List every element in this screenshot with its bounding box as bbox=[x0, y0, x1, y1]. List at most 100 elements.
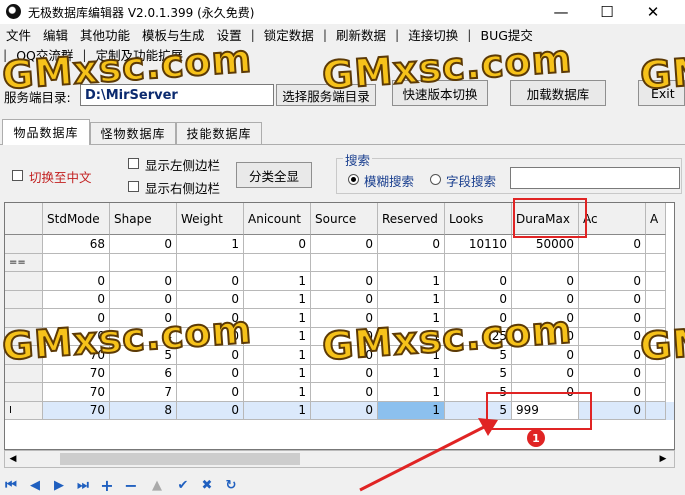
grid-cell[interactable]: 0 bbox=[579, 346, 646, 365]
last-record-icon[interactable]: ⏭ bbox=[76, 478, 90, 493]
grid-cell[interactable] bbox=[646, 235, 666, 254]
switch-chinese-checkbox[interactable] bbox=[12, 170, 23, 181]
grid-cell[interactable]: 50000 bbox=[512, 235, 579, 254]
grid-cell[interactable]: 0 bbox=[579, 327, 646, 346]
grid-cell[interactable]: 0 bbox=[445, 272, 512, 291]
column-header[interactable]: Reserved bbox=[378, 203, 445, 235]
field-search-radio[interactable] bbox=[430, 174, 441, 185]
grid-cell[interactable]: 1 bbox=[244, 290, 311, 309]
grid-corner-header[interactable] bbox=[5, 203, 43, 235]
grid-cell[interactable]: 70 bbox=[43, 383, 110, 402]
row-indicator[interactable]: == bbox=[5, 253, 43, 272]
row-indicator[interactable] bbox=[5, 383, 43, 402]
grid-cell[interactable]: 70 bbox=[43, 401, 110, 420]
grid-cell[interactable]: 0 bbox=[43, 272, 110, 291]
grid-cell[interactable]: 0 bbox=[110, 235, 177, 254]
load-database-button[interactable]: 加载数据库 bbox=[510, 80, 606, 106]
menu-edit[interactable]: 编辑 bbox=[37, 25, 74, 44]
grid-cell[interactable]: 5 bbox=[445, 346, 512, 365]
grid-cell[interactable]: 0 bbox=[110, 272, 177, 291]
horizontal-scrollbar[interactable]: ◀ ▶ bbox=[4, 450, 675, 468]
grid-cell[interactable]: 0 bbox=[378, 235, 445, 254]
menu-file[interactable]: 文件 bbox=[0, 25, 37, 44]
row-indicator[interactable] bbox=[5, 364, 43, 383]
grid-cell[interactable] bbox=[646, 290, 666, 309]
column-header[interactable]: DuraMax bbox=[512, 203, 579, 235]
grid-cell[interactable]: 0 bbox=[311, 383, 378, 402]
grid-cell[interactable]: 1 bbox=[378, 401, 445, 420]
grid-cell[interactable] bbox=[378, 253, 445, 272]
grid-cell[interactable]: 0 bbox=[579, 383, 646, 402]
quick-version-switch-button[interactable]: 快速版本切换 bbox=[392, 80, 488, 106]
minimize-icon[interactable]: — bbox=[538, 0, 584, 24]
row-indicator[interactable] bbox=[5, 235, 43, 254]
menu-bug-submit[interactable]: BUG提交 bbox=[475, 25, 539, 44]
column-header[interactable]: A bbox=[646, 203, 666, 235]
grid-cell[interactable] bbox=[43, 253, 110, 272]
close-icon[interactable]: ✕ bbox=[630, 0, 676, 24]
grid-cell[interactable]: 0 bbox=[512, 290, 579, 309]
grid-cell[interactable]: 0 bbox=[177, 290, 244, 309]
maximize-icon[interactable]: ☐ bbox=[584, 0, 630, 24]
grid-cell[interactable]: 70 bbox=[43, 364, 110, 383]
grid-cell[interactable]: 0 bbox=[579, 235, 646, 254]
exit-button[interactable]: Exit bbox=[638, 80, 685, 106]
grid-cell[interactable]: 0 bbox=[311, 235, 378, 254]
grid-cell[interactable]: 70 bbox=[43, 346, 110, 365]
column-header[interactable]: StdMode bbox=[43, 203, 110, 235]
grid-cell[interactable] bbox=[110, 253, 177, 272]
row-indicator[interactable] bbox=[5, 309, 43, 328]
row-indicator[interactable] bbox=[5, 290, 43, 309]
first-record-icon[interactable]: ⏮ bbox=[4, 478, 18, 493]
grid-cell[interactable]: 1 bbox=[378, 327, 445, 346]
menu-connection-switch[interactable]: 连接切换 bbox=[402, 25, 464, 44]
grid-cell[interactable]: 1 bbox=[244, 401, 311, 420]
grid-cell[interactable] bbox=[311, 253, 378, 272]
grid-cell[interactable]: 5 bbox=[445, 401, 512, 420]
grid-cell[interactable] bbox=[646, 364, 666, 383]
grid-cell[interactable] bbox=[646, 401, 666, 420]
show-right-sidebar-checkbox[interactable] bbox=[128, 181, 139, 192]
grid-cell[interactable]: 5 bbox=[445, 383, 512, 402]
grid-cell[interactable]: 1 bbox=[177, 235, 244, 254]
next-record-icon[interactable]: ▶ bbox=[52, 478, 66, 493]
grid-cell[interactable]: 7 bbox=[110, 383, 177, 402]
row-indicator[interactable]: I bbox=[5, 401, 43, 420]
row-indicator[interactable] bbox=[5, 272, 43, 291]
grid-cell[interactable] bbox=[646, 309, 666, 328]
select-server-dir-button[interactable]: 选择服务端目录 bbox=[276, 84, 376, 106]
show-left-sidebar-checkbox[interactable] bbox=[128, 158, 139, 169]
fuzzy-search-radio[interactable] bbox=[348, 174, 359, 185]
column-header[interactable]: Source bbox=[311, 203, 378, 235]
grid-cell[interactable]: 25 bbox=[445, 327, 512, 346]
grid-cell[interactable]: 0 bbox=[311, 401, 378, 420]
menu-lock-data[interactable]: 锁定数据 bbox=[258, 25, 320, 44]
grid-cell[interactable] bbox=[579, 253, 646, 272]
grid-cell[interactable]: 0 bbox=[311, 327, 378, 346]
grid-cell[interactable]: 0 bbox=[445, 309, 512, 328]
grid-cell[interactable]: 0 bbox=[311, 364, 378, 383]
grid-cell[interactable]: 0 bbox=[445, 290, 512, 309]
grid-cell[interactable]: 6 bbox=[110, 364, 177, 383]
prior-record-icon[interactable]: ◀ bbox=[28, 478, 42, 493]
grid-cell[interactable]: 68 bbox=[43, 235, 110, 254]
tab-items[interactable]: 物品数据库 bbox=[2, 119, 90, 145]
grid-cell[interactable]: 0 bbox=[43, 309, 110, 328]
grid-cell[interactable]: 4 bbox=[110, 327, 177, 346]
grid-cell[interactable]: 0 bbox=[177, 309, 244, 328]
menu-template[interactable]: 模板与生成 bbox=[136, 25, 211, 44]
grid-cell[interactable]: 0 bbox=[579, 272, 646, 291]
grid-cell[interactable] bbox=[244, 253, 311, 272]
grid-cell[interactable]: 0 bbox=[311, 309, 378, 328]
grid-cell[interactable]: 0 bbox=[43, 290, 110, 309]
grid-cell[interactable]: 999 bbox=[512, 401, 579, 420]
menu-refresh-data[interactable]: 刷新数据 bbox=[330, 25, 392, 44]
refresh-data-icon[interactable]: ↻ bbox=[224, 478, 238, 493]
tab-monsters[interactable]: 怪物数据库 bbox=[90, 122, 176, 144]
grid-cell[interactable]: 0 bbox=[110, 290, 177, 309]
grid-cell[interactable]: 8 bbox=[110, 401, 177, 420]
tab-skills[interactable]: 技能数据库 bbox=[176, 122, 262, 144]
server-dir-field[interactable]: D:\MirServer bbox=[80, 84, 274, 106]
grid-cell[interactable]: 0 bbox=[512, 346, 579, 365]
scroll-right-icon[interactable]: ▶ bbox=[657, 452, 669, 466]
